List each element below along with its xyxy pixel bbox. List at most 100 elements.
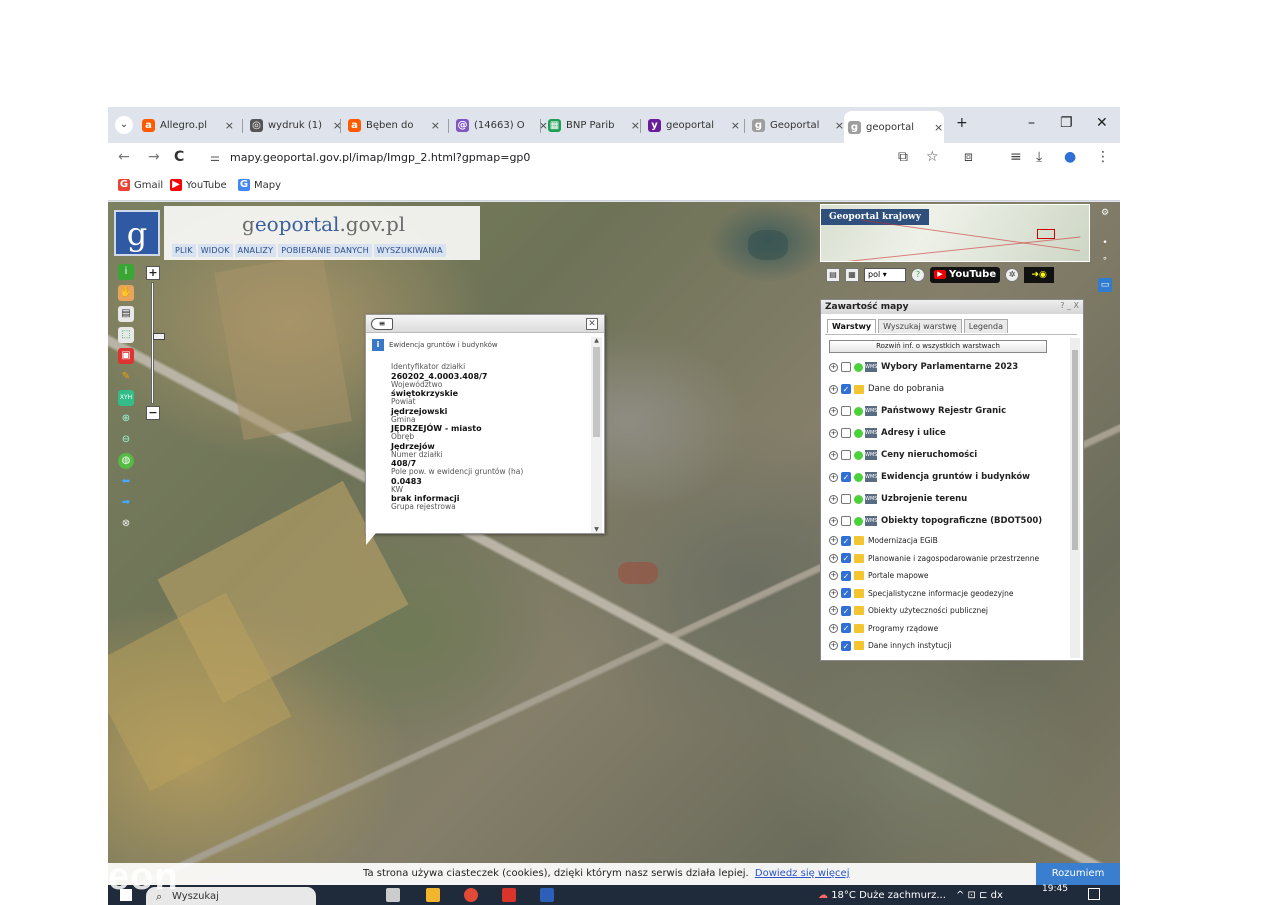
layer-checkbox[interactable] (841, 428, 851, 438)
menu-item-2[interactable]: ANALIZY (234, 244, 277, 257)
youtube-button[interactable]: ▶ YouTube (930, 267, 1001, 283)
reading-list-icon[interactable]: ≡ (1010, 149, 1022, 165)
layer-row[interactable]: + ✓ Modernizacja EGiB (825, 532, 1069, 550)
layer-row[interactable]: + WMS Uzbrojenie terenu (825, 488, 1069, 510)
layer-checkbox[interactable]: ✓ (841, 570, 851, 581)
zoom-minus-button[interactable]: − (146, 406, 160, 420)
layer-row[interactable]: + ✓ Obiekty użyteczności publicznej (825, 602, 1069, 620)
previous-view-icon[interactable]: ⬅ (118, 474, 134, 490)
layer-checkbox[interactable]: ✓ (841, 605, 851, 616)
system-tray[interactable]: ^ ⊡ ⊏ dx (956, 887, 1003, 905)
layer-checkbox[interactable]: ✓ (841, 623, 851, 634)
popup-scrollbar[interactable]: ▲ ▼ (591, 337, 602, 533)
accessibility-icon[interactable]: ✲ (1005, 268, 1020, 282)
expand-icon[interactable]: + (829, 623, 838, 633)
map-canvas[interactable]: g geoportal.gov.pl PLIK WIDOK ANALIZY POBIE… (108, 202, 1120, 885)
expand-icon[interactable]: + (829, 536, 838, 546)
scroll-thumb[interactable] (593, 347, 600, 437)
pan-hand-icon[interactable]: ✋ (118, 285, 134, 301)
task-view-icon[interactable] (386, 888, 400, 902)
notifications-icon[interactable] (1088, 888, 1100, 900)
download-icon[interactable]: ⤓ (1036, 149, 1042, 165)
settings-icon[interactable]: ⚙ (1098, 208, 1112, 218)
tab-close-icon[interactable]: × (731, 119, 740, 132)
globe-icon[interactable]: ◍ (118, 453, 134, 469)
new-tab-button[interactable]: + (956, 115, 968, 131)
next-view-icon[interactable]: ➡ (118, 495, 134, 511)
site-info-icon[interactable]: ⚌ (210, 146, 220, 170)
layer-row[interactable]: + ✓ Portale mapowe (825, 567, 1069, 585)
layer-row[interactable]: + WMS Adresy i ulice (825, 422, 1069, 444)
expand-icon[interactable]: + (829, 606, 838, 616)
chrome-icon[interactable] (464, 888, 478, 902)
zoom-slider[interactable]: + − (146, 266, 165, 426)
layer-checkbox[interactable]: ✓ (841, 535, 851, 546)
menu-item-4[interactable]: WYSZUKIWANIA (373, 244, 446, 257)
layer-checkbox[interactable] (841, 362, 851, 372)
tab-close-icon[interactable]: × (835, 119, 844, 132)
extensions-icon[interactable]: ⧈ (964, 149, 973, 165)
tab-6[interactable]: g Geoportal × (748, 113, 844, 137)
profile-icon[interactable]: ● (1064, 149, 1076, 165)
layer-checkbox[interactable]: ✓ (841, 640, 851, 651)
layer-row[interactable]: + WMS Wybory Parlamentarne 2023 (825, 356, 1069, 378)
expand-icon[interactable]: + (829, 428, 838, 438)
tab-4[interactable]: ▦ BNP Parib × (544, 113, 640, 137)
taskbar-clock[interactable]: 19:45 (1042, 883, 1068, 895)
expand-icon[interactable]: + (829, 588, 838, 598)
expand-icon[interactable]: + (829, 384, 838, 394)
wms-icon[interactable]: ▦ (845, 268, 859, 282)
overview-map[interactable]: Geoportal krajowy (820, 204, 1090, 262)
info-icon[interactable]: i (118, 264, 134, 280)
tab-5[interactable]: y geoportal × (644, 113, 740, 137)
tab-7[interactable]: g geoportal × (844, 111, 944, 143)
close-window-button[interactable]: ✕ (1096, 115, 1108, 131)
geoportal-logo[interactable]: g (114, 210, 160, 256)
expand-icon[interactable]: + (829, 450, 838, 460)
tab-0[interactable]: a Allegro.pl × (138, 113, 234, 137)
word-icon[interactable] (540, 888, 554, 902)
tab-close-icon[interactable]: × (934, 121, 943, 134)
cookie-more-link[interactable]: Dowiedz się więcej (755, 868, 850, 879)
expand-icon[interactable]: + (829, 571, 838, 581)
zoom-out-icon[interactable]: ⊖ (118, 432, 134, 448)
layers-scroll-thumb[interactable] (1072, 350, 1078, 550)
minimize-button[interactable]: – (1028, 115, 1035, 131)
scroll-up-icon[interactable]: ▲ (592, 337, 601, 344)
zoom-rail[interactable] (151, 282, 165, 404)
zoom-in-icon[interactable]: ⊕ (118, 411, 134, 427)
layer-checkbox[interactable] (841, 516, 851, 526)
coordinates-icon[interactable]: XYH (118, 390, 134, 406)
layers-tab-0[interactable]: Warstwy (827, 319, 877, 333)
popup-close-icon[interactable]: ✕ (586, 318, 598, 330)
bookmark-0[interactable]: G Gmail (118, 179, 163, 191)
clear-selection-icon[interactable]: ▣ (118, 348, 134, 364)
tab-3[interactable]: @ (14663) O × (452, 113, 548, 137)
layer-row[interactable]: + WMS Państwowy Rejestr Granic (825, 400, 1069, 422)
expand-icon[interactable]: + (829, 516, 838, 526)
tab-close-icon[interactable]: × (431, 119, 440, 132)
layer-checkbox[interactable] (841, 450, 851, 460)
legend-icon[interactable]: ▤ (118, 306, 134, 322)
expand-icon[interactable]: + (829, 472, 838, 482)
toggle-dot-icon[interactable]: • (1098, 238, 1112, 248)
full-extent-icon[interactable]: ⊗ (118, 516, 134, 532)
file-explorer-icon[interactable] (426, 888, 440, 902)
layer-row[interactable]: + WMS Ceny nieruchomości (825, 444, 1069, 466)
language-select[interactable]: pol ▾ (864, 268, 906, 282)
tab-2[interactable]: a Bęben do × (344, 113, 440, 137)
menu-item-3[interactable]: POBIERANIE DANYCH (278, 244, 372, 257)
select-area-icon[interactable]: ⬚ (118, 327, 134, 343)
cast-icon[interactable]: ⧉ (898, 149, 908, 165)
expand-all-button[interactable]: Rozwiń inf. o wszystkich warstwach (829, 340, 1047, 353)
layer-checkbox[interactable]: ✓ (841, 588, 851, 599)
expand-icon[interactable]: + (829, 641, 838, 651)
expand-icon[interactable]: + (829, 362, 838, 372)
layer-row[interactable]: + ✓ Dane innych instytucji (825, 637, 1069, 655)
tab-search-button[interactable]: ⌄ (115, 116, 133, 134)
reload-button[interactable]: C (174, 149, 184, 165)
weather-widget[interactable]: ☁ 18°C Duże zachmurz... (818, 887, 946, 905)
address-bar[interactable]: ⚌ mapy.geoportal.gov.pl/imap/Imgp_2.html… (202, 146, 942, 170)
menu-item-1[interactable]: WIDOK (197, 244, 233, 257)
bookmark-1[interactable]: ▶ YouTube (170, 179, 227, 191)
